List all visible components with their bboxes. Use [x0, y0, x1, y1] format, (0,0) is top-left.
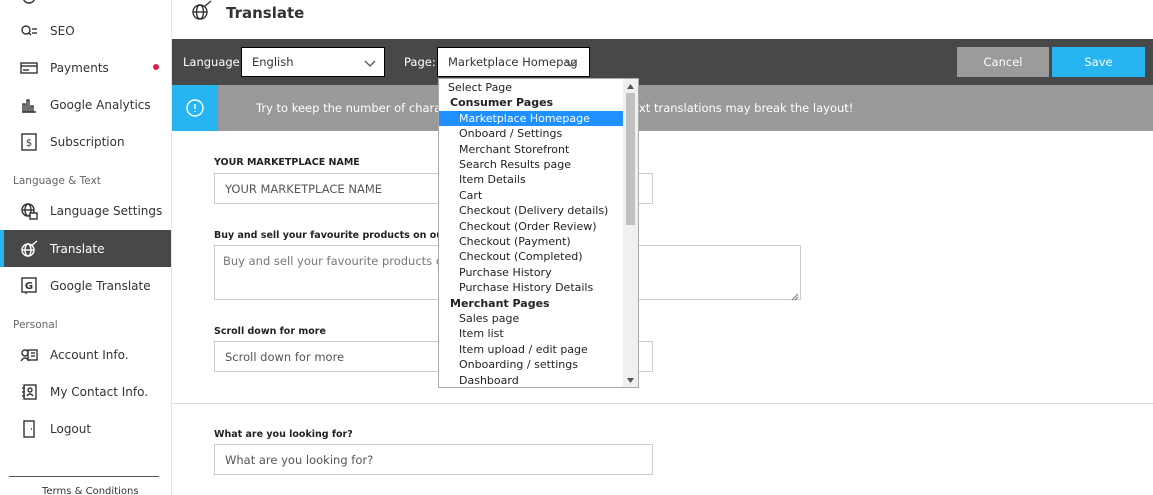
field-label-search-prompt: What are you looking for? — [214, 429, 353, 440]
logout-door-icon — [20, 419, 38, 438]
textarea-value: Buy and sell your favourite products on … — [223, 254, 469, 268]
info-text-start: Try to keep the number of character — [256, 101, 464, 115]
sidebar-item-label: SEO — [50, 23, 75, 38]
dropdown-option[interactable]: Checkout (Completed) — [439, 249, 624, 264]
page-dropdown-list[interactable]: Select Page Consumer Pages Marketplace Hom… — [438, 78, 639, 388]
chevron-down-icon — [364, 57, 376, 67]
google-g-icon: G — [20, 276, 38, 295]
sidebar-item-label: Payments — [50, 60, 109, 75]
dropdown-scrollbar[interactable] — [623, 79, 638, 387]
dropdown-option[interactable]: Purchase History — [439, 265, 624, 280]
field-label-scroll-down: Scroll down for more — [214, 326, 326, 337]
search-prompt-input[interactable]: What are you looking for? — [214, 444, 653, 475]
sidebar-item-label: Google Translate — [50, 278, 151, 293]
sidebar-item-google-analytics[interactable]: Google Analytics — [0, 86, 171, 123]
dropdown-option[interactable]: Dashboard — [439, 373, 624, 387]
input-value: YOUR MARKETPLACE NAME — [225, 181, 383, 196]
dropdown-option[interactable]: Checkout (Payment) — [439, 234, 624, 249]
dropdown-option[interactable]: Search Results page — [439, 157, 624, 172]
dropdown-option[interactable]: Checkout (Delivery details) — [439, 203, 624, 218]
sidebar-item-label: My Contact Info. — [50, 384, 149, 399]
page-select[interactable]: Marketplace Homepag — [437, 47, 590, 77]
dropdown-option[interactable]: Merchant Storefront — [439, 142, 624, 157]
language-select[interactable]: English — [241, 47, 385, 77]
sidebar-item-translate[interactable]: Translate — [0, 230, 171, 267]
language-label: Language: — [183, 55, 244, 69]
sidebar-item-subscription[interactable]: $ Subscription — [0, 123, 171, 160]
save-button[interactable]: Save — [1052, 47, 1145, 77]
dollar-document-icon: $ — [20, 132, 38, 151]
dropdown-option[interactable]: Onboarding / settings — [439, 357, 624, 372]
scroll-up-arrow-icon[interactable] — [623, 79, 638, 93]
translate-toolbar: Language: English Page: Marketplace Home… — [172, 39, 1153, 85]
dropdown-group-header: Consumer Pages — [450, 96, 554, 110]
dropdown-option[interactable]: Select Page — [439, 80, 624, 95]
scroll-down-arrow-icon[interactable] — [623, 373, 638, 387]
page-title: Translate — [226, 4, 305, 22]
sidebar-item-label: Translate — [50, 241, 105, 256]
field-label-marketplace-name: YOUR MARKETPLACE NAME — [214, 157, 360, 168]
bar-chart-icon — [20, 96, 38, 114]
contact-book-icon — [20, 383, 38, 401]
language-globe-icon — [20, 202, 38, 220]
sidebar-section-personal: Personal — [13, 319, 58, 331]
svg-text:G: G — [25, 281, 33, 292]
translate-globe-icon — [20, 239, 38, 258]
cancel-button[interactable]: Cancel — [957, 47, 1049, 77]
info-circle-icon — [172, 85, 218, 131]
payment-card-icon — [20, 59, 38, 77]
sidebar-divider — [9, 476, 159, 477]
sidebar: SEO Payments Google Analytics $ Subscrip… — [0, 0, 172, 495]
sidebar-item-logout[interactable]: Logout — [0, 410, 171, 447]
input-value: What are you looking for? — [225, 452, 374, 467]
sidebar-section-language: Language & Text — [13, 175, 101, 187]
sidebar-item-account-info[interactable]: Account Info. — [0, 336, 171, 373]
svg-text:$: $ — [26, 138, 32, 149]
input-value: Scroll down for more — [225, 349, 345, 364]
translate-globe-icon — [190, 0, 212, 22]
dropdown-option[interactable]: Item list — [439, 326, 624, 341]
sidebar-item-language-settings[interactable]: Language Settings — [0, 192, 171, 229]
content-divider — [172, 403, 1153, 404]
sidebar-item-google-translate[interactable]: G Google Translate — [0, 267, 171, 304]
dropdown-option[interactable]: Cart — [439, 188, 624, 203]
sidebar-item-label: Logout — [50, 421, 92, 436]
resize-handle-icon[interactable] — [791, 290, 799, 301]
sidebar-item-seo[interactable]: SEO — [0, 12, 171, 49]
chevron-down-icon — [565, 57, 577, 67]
notification-dot — [153, 64, 159, 70]
sidebar-item-payments[interactable]: Payments — [0, 49, 171, 86]
sidebar-item-label: Language Settings — [50, 203, 163, 218]
page-select-value: Marketplace Homepag — [448, 55, 578, 69]
dropdown-option[interactable]: Item Details — [439, 172, 624, 187]
seo-icon — [20, 22, 38, 40]
field-label-tagline: Buy and sell your favourite products on … — [214, 230, 475, 241]
sidebar-item-my-contact-info[interactable]: My Contact Info. — [0, 373, 171, 410]
circle-icon — [20, 0, 38, 6]
dropdown-group-header: Merchant Pages — [450, 296, 550, 310]
dropdown-option[interactable]: Checkout (Order Review) — [439, 219, 624, 234]
dropdown-option[interactable]: Sales page — [439, 311, 624, 326]
dropdown-option[interactable]: Item upload / edit page — [439, 342, 624, 357]
account-card-icon — [20, 346, 38, 364]
page-header: Translate — [172, 0, 1153, 39]
page-label: Page: — [404, 55, 436, 69]
scrollbar-thumb[interactable] — [626, 93, 635, 225]
sidebar-item-label: Subscription — [50, 134, 125, 149]
language-select-value: English — [252, 55, 294, 69]
info-text-end: xt translations may break the layout! — [639, 101, 854, 115]
terms-link[interactable]: Terms & Conditions — [42, 486, 139, 495]
sidebar-item-label: Google Analytics — [50, 97, 151, 112]
sidebar-item-label: Account Info. — [50, 347, 129, 362]
info-banner: Try to keep the number of character xt t… — [172, 85, 1153, 131]
dropdown-option[interactable]: Onboard / Settings — [439, 126, 624, 141]
dropdown-option[interactable]: Purchase History Details — [439, 280, 624, 295]
dropdown-option[interactable]: Marketplace Homepage — [439, 110, 624, 127]
